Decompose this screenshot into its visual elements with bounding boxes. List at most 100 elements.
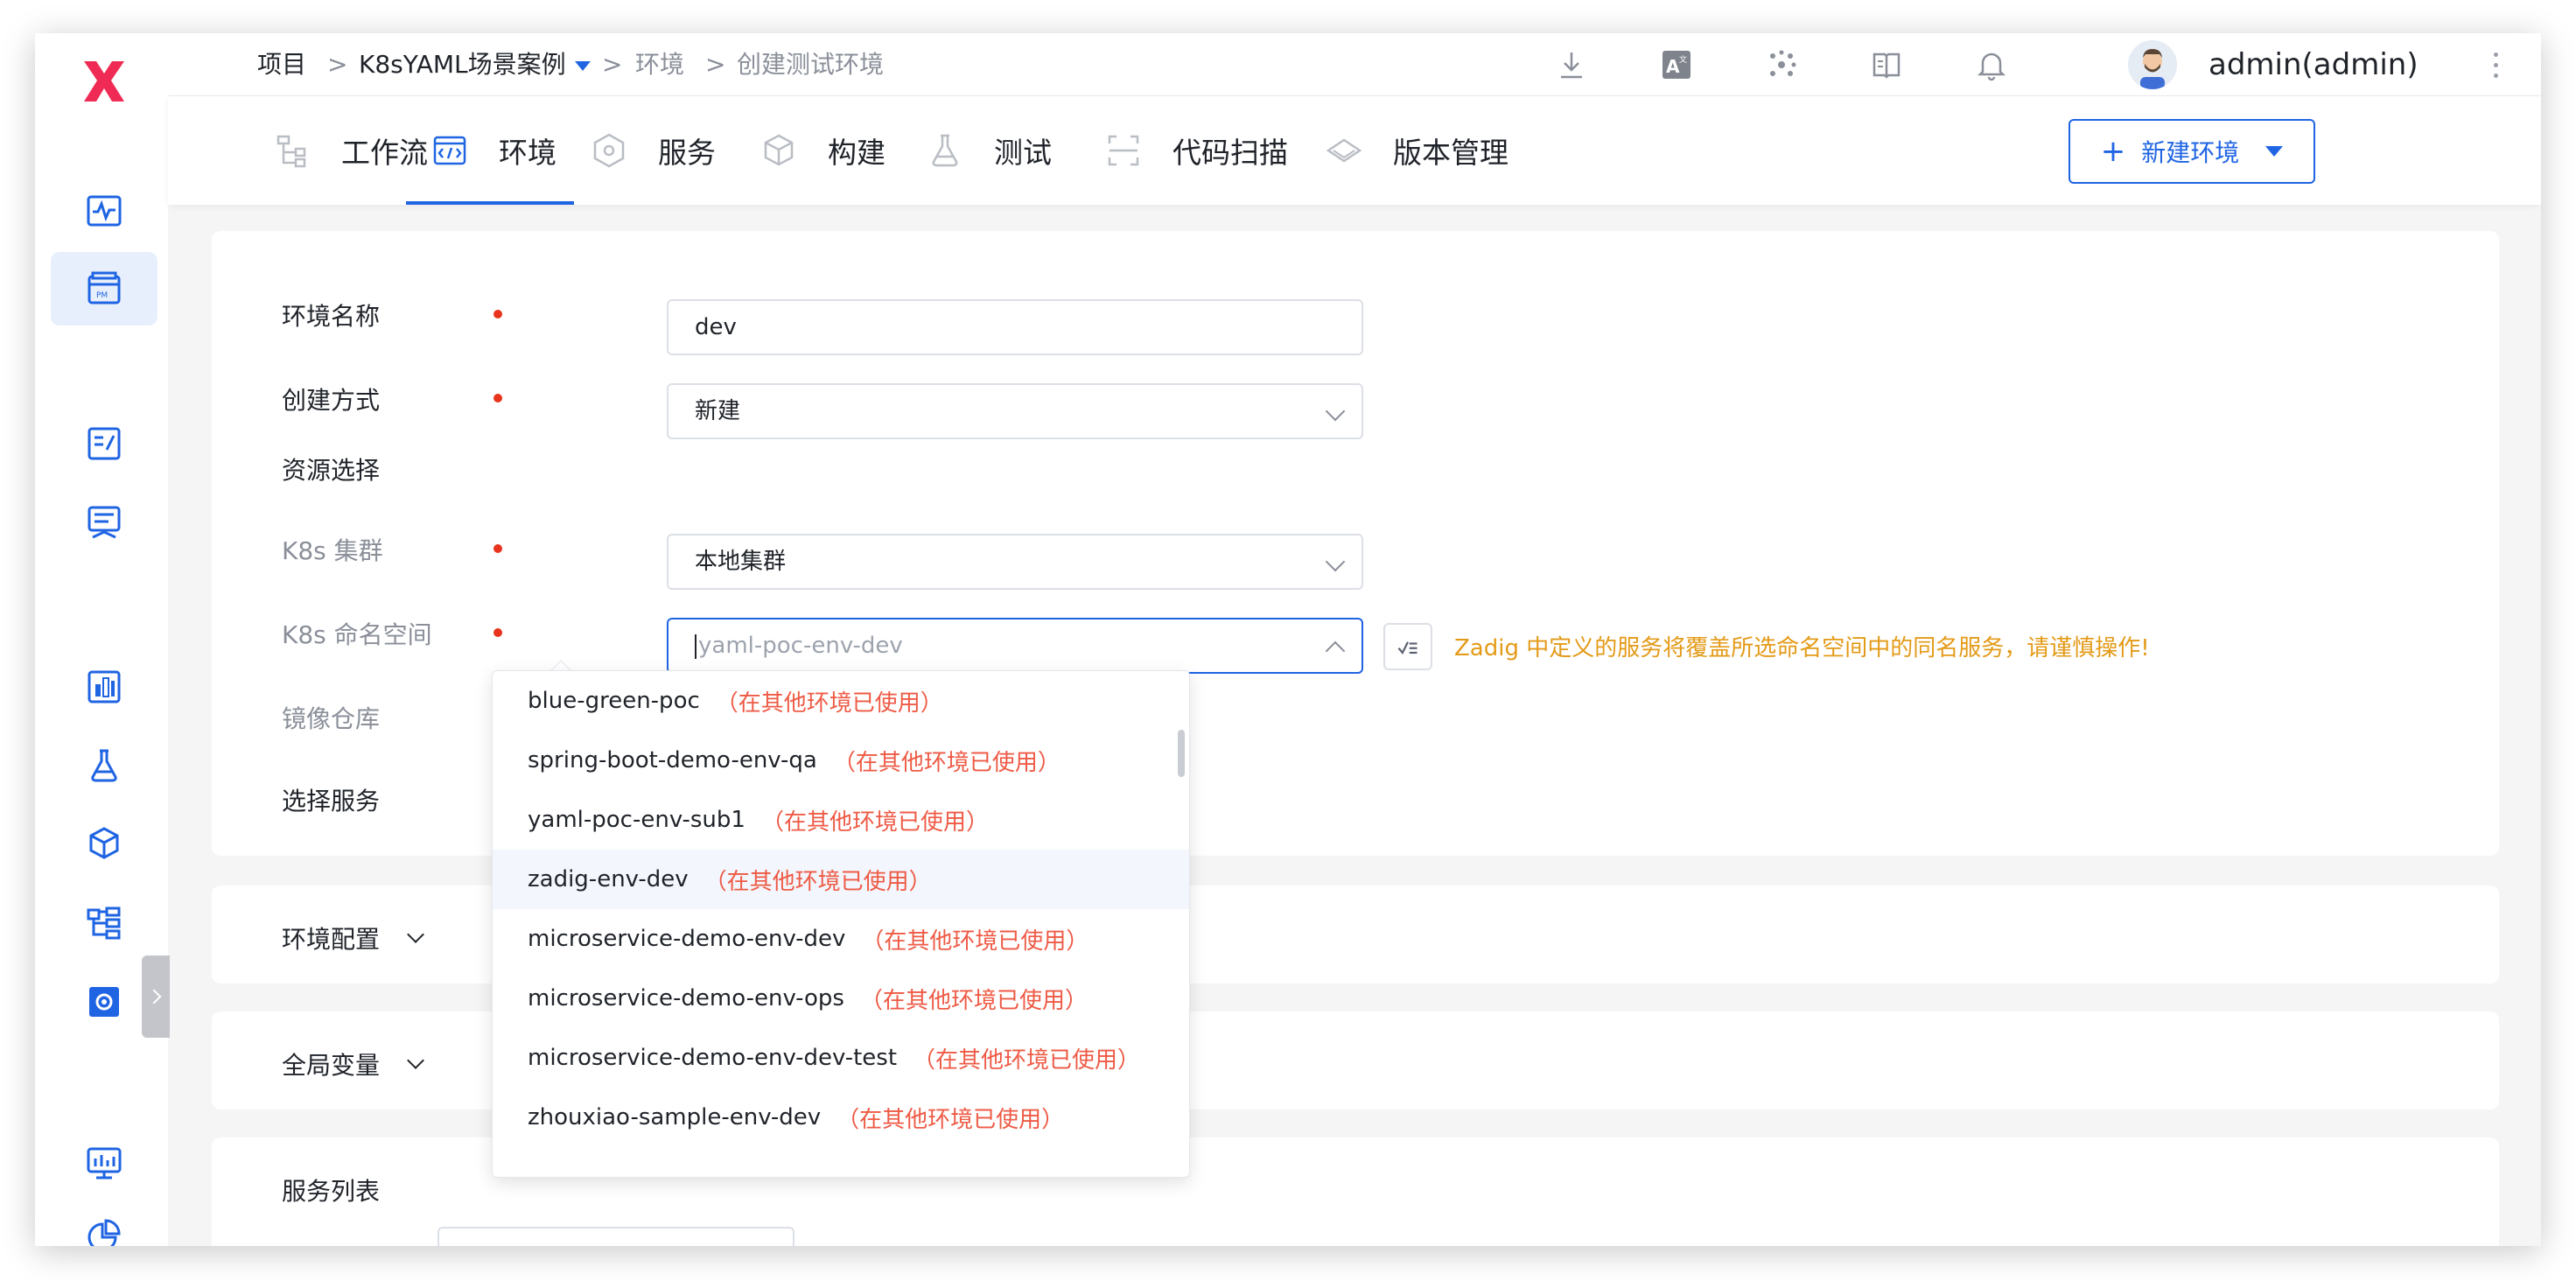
required-marker [494, 544, 502, 553]
k8s-cluster-label: K8s 集群 [282, 536, 383, 565]
service-search-input[interactable] [438, 1227, 794, 1246]
svg-text:文: 文 [1679, 54, 1687, 65]
required-marker [494, 394, 502, 402]
k8s-cluster-select[interactable]: 本地集群 [667, 534, 1363, 590]
namespace-option-note: （在其他环境已使用） [913, 1046, 1141, 1074]
plus-icon: + [2100, 134, 2126, 169]
service-list-title: 服务列表 [282, 1177, 381, 1206]
breadcrumb-current: 创建测试环境 [737, 50, 885, 79]
chevron-down-icon [1325, 551, 1346, 572]
tab-label: 环境 [499, 136, 556, 170]
k8s-namespace-select[interactable]: yaml-poc-env-dev [667, 618, 1363, 674]
image-registry-label: 镜像仓库 [282, 704, 381, 733]
namespace-option-name: microservice-demo-env-dev-test [528, 1045, 898, 1071]
namespace-option-name: yaml-poc-env-sub1 [528, 807, 746, 833]
chevron-right-icon [146, 989, 162, 1004]
breadcrumb-project-name: K8sYAML场景案例 [359, 50, 566, 79]
namespace-option-name: microservice-demo-env-dev [528, 926, 846, 952]
chevron-down-icon [407, 1052, 424, 1069]
namespace-option-note: （在其他环境已使用） [836, 1106, 1065, 1133]
environment-icon [433, 136, 466, 165]
namespace-option-note: （在其他环境已使用） [704, 868, 932, 895]
namespace-option[interactable]: zadig-env-dev （在其他环境已使用） [493, 850, 1189, 909]
breadcrumb-project-select[interactable]: K8sYAML场景案例 [359, 33, 591, 96]
new-environment-label: 新建环境 [2141, 138, 2240, 167]
code-scan-icon [1108, 135, 1139, 166]
app-window: PM 项目 > K8sYAML场景案例 > 环境 > 创建测试环境 A 文 ad… [35, 33, 2541, 1246]
release-plan-icon[interactable] [79, 497, 130, 548]
tab-workflow[interactable]: 工作流 [273, 96, 428, 205]
caret-down-icon [574, 60, 591, 71]
tab-build[interactable]: 构建 [760, 96, 886, 205]
username[interactable]: admin(admin) [2208, 33, 2418, 96]
namespace-option[interactable]: zhouxiao-sample-env-dev （在其他环境已使用） [493, 1088, 1189, 1147]
left-rail: PM [35, 33, 168, 1246]
tree-structure-icon[interactable] [79, 898, 130, 948]
text-caret [695, 634, 696, 659]
dropdown-scrollbar[interactable] [1178, 730, 1185, 777]
more-menu-icon[interactable] [2487, 49, 2504, 80]
namespace-dropdown: blue-green-poc （在其他环境已使用） spring-boot-dem… [492, 670, 1190, 1178]
namespace-option-note: （在其他环境已使用） [832, 749, 1060, 776]
settings-gear-icon[interactable] [79, 976, 130, 1027]
namespace-option-name: spring-boot-demo-env-qa [528, 747, 817, 774]
svg-text:PM: PM [96, 291, 108, 300]
tab-label: 代码扫描 [1172, 136, 1288, 170]
breadcrumb-projects[interactable]: 项目 [257, 33, 306, 96]
workflow-icon [276, 135, 306, 168]
download-icon[interactable] [1552, 46, 1591, 84]
k8s-cluster-value: 本地集群 [695, 549, 787, 575]
env-name-input[interactable]: dev [667, 299, 1363, 355]
tab-label: 服务 [658, 136, 716, 170]
monitor-chart-icon[interactable] [79, 1138, 130, 1188]
tab-service[interactable]: 服务 [590, 96, 716, 205]
network-nodes-icon[interactable] [1762, 46, 1801, 84]
document-edit-icon[interactable] [79, 418, 130, 469]
namespace-option-note: （在其他环境已使用） [859, 987, 1088, 1014]
artifact-package-icon[interactable] [79, 819, 130, 870]
new-environment-button[interactable]: + 新建环境 [2068, 119, 2315, 184]
tab-label: 构建 [828, 136, 886, 170]
docs-book-icon[interactable] [1867, 46, 1906, 84]
k8s-namespace-placeholder: yaml-poc-env-dev [698, 633, 903, 659]
tab-code-scan[interactable]: 代码扫描 [1104, 96, 1288, 205]
namespace-option[interactable]: microservice-demo-env-dev-test （在其他环境已使用） [493, 1028, 1189, 1088]
tab-environment[interactable]: 环境 [430, 96, 556, 205]
namespace-option[interactable]: blue-green-poc （在其他环境已使用） [493, 671, 1189, 731]
project-management-icon[interactable]: PM [51, 252, 158, 326]
chevron-up-icon [1325, 640, 1346, 662]
sidebar-expand-handle[interactable] [142, 956, 170, 1038]
breadcrumb-environments[interactable]: 环境 [635, 33, 684, 96]
version-icon [1326, 138, 1362, 163]
namespace-option-name: zhouxiao-sample-env-dev [528, 1104, 822, 1130]
test-flask-icon[interactable] [79, 740, 130, 791]
svg-text:A: A [1666, 56, 1680, 77]
notification-bell-icon[interactable] [1972, 46, 2011, 84]
pie-chart-icon[interactable] [79, 1211, 130, 1246]
global-vars-toggle[interactable]: 全局变量 [282, 1046, 424, 1082]
tab-version[interactable]: 版本管理 [1325, 96, 1508, 205]
data-board-icon[interactable] [79, 662, 130, 712]
namespace-option[interactable]: microservice-demo-env-dev （在其他环境已使用） [493, 909, 1189, 969]
namespace-option[interactable]: yaml-poc-env-sub1 （在其他环境已使用） [493, 790, 1189, 850]
dashboard-pulse-icon[interactable] [79, 186, 130, 236]
namespace-custom-button[interactable] [1383, 623, 1432, 670]
breadcrumb-separator: > [327, 50, 348, 79]
namespace-option[interactable]: microservice-demo-env-ops （在其他环境已使用） [493, 969, 1189, 1028]
namespace-option-note: （在其他环境已使用） [861, 928, 1089, 955]
namespace-option-name: microservice-demo-env-ops [528, 985, 844, 1012]
create-mode-value: 新建 [695, 398, 741, 424]
zadig-logo-icon[interactable] [74, 51, 135, 112]
translate-icon[interactable]: A文 [1657, 46, 1696, 84]
top-bar: 项目 > K8sYAML场景案例 > 环境 > 创建测试环境 A文 admin(… [168, 33, 2541, 96]
create-mode-select[interactable]: 新建 [667, 383, 1363, 439]
namespace-warning-text: Zadig 中定义的服务将覆盖所选命名空间中的同名服务，请谨慎操作! [1454, 635, 2150, 662]
env-config-toggle[interactable]: 环境配置 [282, 920, 424, 956]
breadcrumb-separator: > [602, 50, 623, 79]
namespace-option-name: blue-green-poc [528, 688, 700, 714]
namespace-option[interactable]: spring-boot-demo-env-qa （在其他环境已使用） [493, 731, 1189, 790]
namespace-option-note: （在其他环境已使用） [760, 808, 989, 836]
global-vars-title: 全局变量 [282, 1051, 381, 1080]
user-avatar[interactable] [2128, 40, 2177, 89]
tab-test[interactable]: 测试 [926, 96, 1052, 205]
